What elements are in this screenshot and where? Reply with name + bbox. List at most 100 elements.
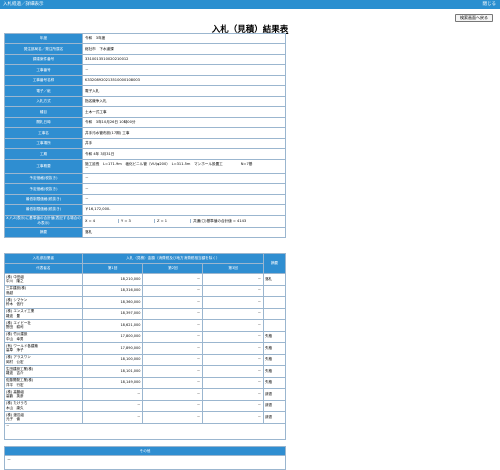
info-label: 工事番号 [4,64,83,76]
bidder-cell: (株) 渡辺組 元子 倫 [4,411,83,424]
bid-amount: － [202,296,265,309]
info-row-remarks: 摘要 落札 [4,226,286,238]
table-row: 生田建設工業(株) 難波 吉介 18,101,000 －－失格 [4,365,286,378]
xyz-value: 共通(〇)基準値の合計値 = 4143 [193,218,247,223]
bidder-cell: (株) シマケン 鈴木 信行 [4,296,83,309]
info-label: 種目 [4,106,83,118]
info-row: 工事概要 施工延長 L=171.9m 塩化ビニル管（VU)φ200） L=311.… [4,158,286,174]
bid-note [263,284,286,297]
info-value: ￥16,172,000- [82,204,286,216]
bid-amount: － [202,307,265,320]
info-label: 年度 [4,32,83,45]
bids-footer-row: － [4,422,286,440]
bid-amount: 18,316,000 [81,284,144,297]
bidder-cell: (有) ワールド各建築 高草 浄子 [4,342,83,355]
info-value: 電子入札 [82,85,286,97]
bid-note [263,319,286,332]
info-row: 工期 令和 4年 3月31日 [4,148,286,160]
bid-amount: － [142,399,204,412]
info-label: 摘要 [4,226,83,238]
info-value: 令和 4年 3月31日 [82,148,286,160]
info-label: 予定価格(税抜き) [4,183,83,195]
representative-name: 木山 康久 [6,405,24,410]
table-row: (株) エイビー社 野田 耕司 18,621,000 －－ [4,319,286,332]
info-value: 落札 [82,226,286,238]
info-row: 予定価格(税抜き) － [4,183,286,195]
round-header: 第1回 [81,263,144,274]
close-link[interactable]: 閉じる [483,0,497,9]
bid-amount: 18,149,000 [81,376,144,389]
representative-name: 難波 豊 [6,313,20,318]
info-label: 工事場所 [4,137,83,150]
bidder-cell: (株) エイビー社 野田 耕司 [4,319,83,332]
info-row: 入札方式 指名競争入札 [4,95,286,108]
info-label: 最低制限価格(税抜き) [4,204,83,216]
bid-amount: － [202,376,265,389]
info-value: － [82,64,286,76]
info-value: K3320892021351000010800​3 [82,74,286,87]
info-value: － [82,172,286,185]
info-value: 総社市 下水道課 [82,43,286,55]
bid-note: 失格 [263,342,286,355]
bid-amount: － [202,399,265,412]
back-to-search-button[interactable]: 検索画面へ戻る [455,14,493,22]
representative-name: 中山 幸男 [6,336,24,341]
company-header: 入札参加業者 [4,253,83,264]
representative-name: 岡村 公宏 [6,359,24,364]
bid-note: 失格 [263,330,286,343]
representative-name: 鈴木 信行 [6,302,24,307]
info-row: 発注部局名／発注所属名 総社市 下水道課 [4,43,286,55]
info-label: 電子／紙 [4,85,83,97]
info-label: X,Y,Z(表示)に基準値の合計値(表記する場合のみ表示) [4,214,83,228]
bid-amount: － [142,307,204,320]
bidder-cell: (株) 竹川建設 中山 幸男 [4,330,83,343]
bid-amount: － [202,273,265,286]
bidder-cell: (株) たけうち 木山 康久 [4,399,83,412]
info-label: 工事名 [4,127,83,139]
bidder-cell: (株) 高鶴組 高鶴 英彦 [4,388,83,401]
bid-amount: － [142,365,204,378]
representative-name: 野田 耕司 [6,325,24,330]
table-row: 佐藤開発工業(株) 洋平 行宏 18,149,000 －－失格 [4,376,286,389]
bid-amount: － [142,376,204,389]
table-row: (株) エンスイ工業 難波 豊 18,397,000 －－ [4,307,286,320]
info-value-line: － [85,166,89,171]
info-row: 工事場所 井手 [4,137,286,150]
bid-amount: － [81,411,144,424]
bid-amount: 18,360,000 [81,296,144,309]
info-value: 土木一式工事 [82,106,286,118]
bid-amount: － [202,353,265,366]
representative-name: 中川 隆之 [6,279,24,284]
bid-amount: － [142,296,204,309]
table-row: (株) 竹川建設 中山 幸男 17,800,000 －－失格 [4,330,286,343]
bidder-cell: 三井建設(株) 鳥越 [4,284,83,297]
note-header: 摘要 [263,253,286,274]
table-row: (有) ワールド各建築 高草 浄子 17,890,000 －－失格 [4,342,286,355]
info-row: 最低制限価格(税抜き) ￥16,172,000- [4,204,286,216]
info-value: 3310013510020210012 [82,53,286,66]
info-row: 電子／紙 電子入札 [4,85,286,97]
representative-name: 鳥越 [6,290,13,295]
bidder-cell: 佐藤開発工業(株) 洋平 行宏 [4,376,83,389]
bid-amount: － [81,399,144,412]
result-info-table: 年度 令和 3年度 発注部局名／発注所属名 総社市 下水道課 調達案件番号 3310013… [4,32,286,238]
info-label: 調達案件番号 [4,53,83,66]
amount-header: 入札（見積）金額（消費税及び地方消費税相当額を除く） [81,253,265,264]
other-table: その他 － [4,446,286,470]
info-row: 年度 令和 3年度 [4,32,286,45]
bid-amount: 17,800,000 [81,330,144,343]
title-bar: 入札経過／詳細表示 閉じる [0,0,500,9]
bid-results-table: 入札参加業者 入札（見積）金額（消費税及び地方消費税相当額を除く） 摘要 代表者… [4,253,286,440]
bidder-cell: (株) エンスイ工業 難波 豊 [4,307,83,320]
bid-note [263,296,286,309]
info-label: 工事概要 [4,158,83,174]
info-row: 種目 土木一式工事 [4,106,286,118]
bid-amount: － [142,319,204,332]
xyz-values: X = 4Y = 3Z = 1 共通(〇)基準値の合計値 = 4143 [82,214,286,228]
bid-note: 失格 [263,376,286,389]
bidder-cell: 生田建設工業(株) 難波 吉介 [4,365,83,378]
representative-name: 難波 吉介 [6,371,24,376]
bid-amount: － [142,273,204,286]
table-row: (株) シマケン 鈴木 信行 18,360,000 －－ [4,296,286,309]
bidder-cell: (株) アラスワン 岡村 公宏 [4,353,83,366]
